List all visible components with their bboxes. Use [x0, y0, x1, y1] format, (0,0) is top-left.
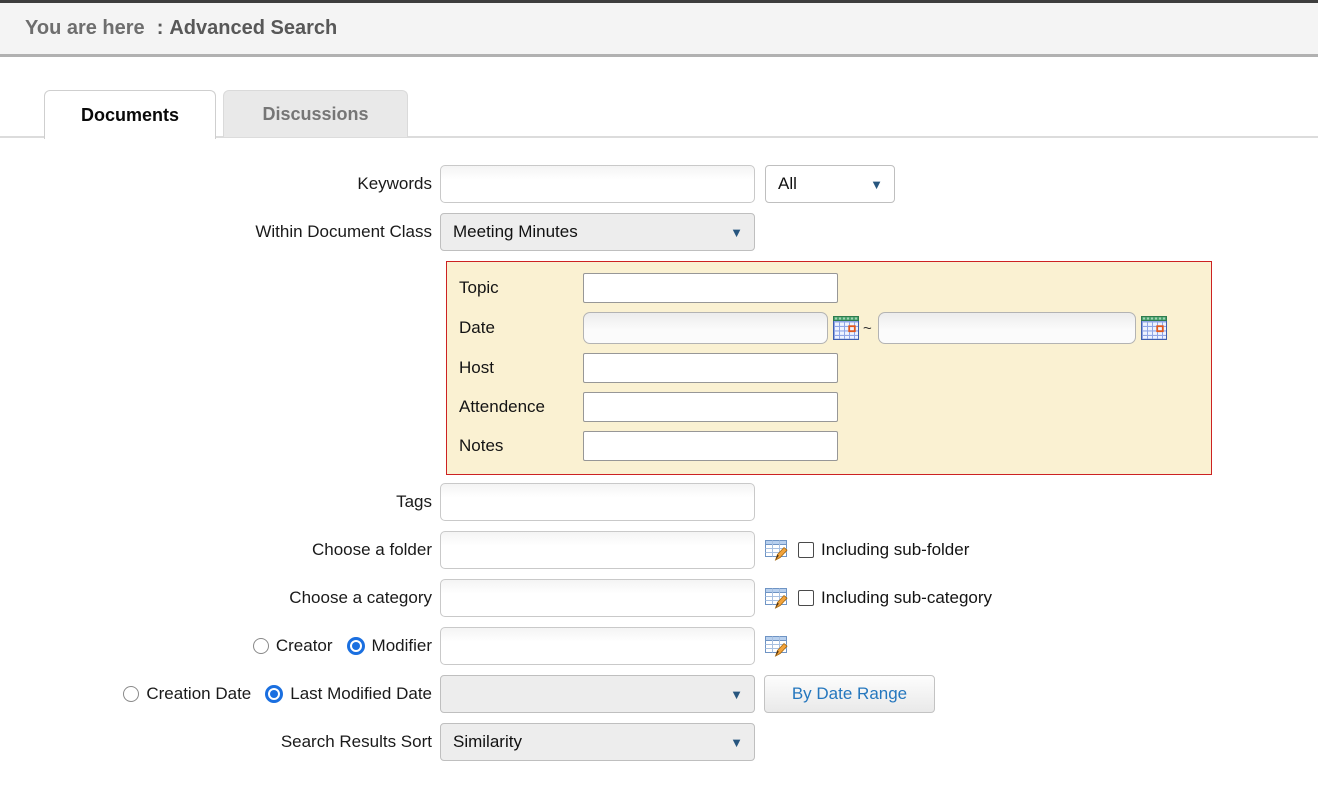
category-label: Choose a category: [0, 588, 440, 608]
attendence-label: Attendence: [459, 397, 583, 417]
include-subcategory-label: Including sub-category: [821, 588, 992, 608]
sort-row: Search Results Sort Similarity ▼: [0, 723, 1318, 761]
creator-radio[interactable]: [253, 638, 269, 654]
category-row: Choose a category Including sub-category: [0, 579, 1318, 617]
user-filter-row: Creator Modifier: [0, 627, 1318, 665]
last-modified-date-radio-label[interactable]: Last Modified Date: [290, 684, 432, 704]
folder-input[interactable]: [440, 531, 755, 569]
breadcrumb-prefix: You are here: [25, 17, 145, 40]
notes-label: Notes: [459, 436, 583, 456]
folder-row: Choose a folder Including sub-folder: [0, 531, 1318, 569]
topic-row: Topic: [459, 273, 1199, 303]
attendence-row: Attendence: [459, 392, 1199, 422]
date-filter-select[interactable]: ▼: [440, 675, 755, 713]
last-modified-date-radio[interactable]: [265, 685, 283, 703]
notes-row: Notes: [459, 431, 1199, 461]
creation-date-radio[interactable]: [123, 686, 139, 702]
include-subfolder-checkbox[interactable]: [798, 542, 814, 558]
date-range-separator: ~: [863, 320, 872, 337]
host-label: Host: [459, 358, 583, 378]
date-filter-radios: Creation Date Last Modified Date: [0, 684, 440, 704]
host-input[interactable]: [583, 353, 838, 383]
keywords-scope-select[interactable]: All ▼: [765, 165, 895, 203]
document-class-fields-panel: Topic Date ~: [446, 261, 1212, 475]
include-subcategory-checkbox[interactable]: [798, 590, 814, 606]
tab-bar: Documents Discussions: [44, 90, 408, 139]
by-date-range-button[interactable]: By Date Range: [764, 675, 935, 713]
chevron-down-icon: ▼: [870, 178, 883, 191]
sort-label: Search Results Sort: [0, 732, 440, 752]
chevron-down-icon: ▼: [730, 688, 743, 701]
user-picker-table-edit-icon[interactable]: [765, 636, 789, 657]
chevron-down-icon: ▼: [730, 226, 743, 239]
document-class-select[interactable]: Meeting Minutes ▼: [440, 213, 755, 251]
date-to-input[interactable]: [878, 312, 1136, 344]
document-class-row: Within Document Class Meeting Minutes ▼: [0, 213, 1318, 251]
chevron-down-icon: ▼: [730, 736, 743, 749]
date-row: Date ~: [459, 312, 1199, 344]
modifier-radio[interactable]: [347, 637, 365, 655]
folder-picker-table-edit-icon[interactable]: [765, 540, 789, 561]
user-input[interactable]: [440, 627, 755, 665]
keywords-label: Keywords: [0, 174, 440, 194]
category-picker-table-edit-icon[interactable]: [765, 588, 789, 609]
calendar-icon[interactable]: [1141, 316, 1167, 340]
tags-input[interactable]: [440, 483, 755, 521]
sort-select[interactable]: Similarity ▼: [440, 723, 755, 761]
creator-radio-label[interactable]: Creator: [276, 636, 333, 656]
breadcrumb: You are here : Advanced Search: [0, 0, 1318, 57]
document-class-value: Meeting Minutes: [453, 222, 578, 242]
breadcrumb-separator: :: [157, 17, 164, 40]
tags-row: Tags: [0, 483, 1318, 521]
tab-discussions[interactable]: Discussions: [223, 90, 408, 137]
date-from-input[interactable]: [583, 312, 828, 344]
date-label: Date: [459, 318, 583, 338]
attendence-input[interactable]: [583, 392, 838, 422]
keywords-input[interactable]: [440, 165, 755, 203]
sort-select-value: Similarity: [453, 732, 522, 752]
keywords-scope-value: All: [778, 174, 797, 194]
page-title: Advanced Search: [169, 17, 337, 40]
tab-documents[interactable]: Documents: [44, 90, 216, 139]
tags-label: Tags: [0, 492, 440, 512]
calendar-icon[interactable]: [833, 316, 859, 340]
host-row: Host: [459, 353, 1199, 383]
topic-input[interactable]: [583, 273, 838, 303]
keywords-row: Keywords All ▼: [0, 165, 1318, 203]
include-subfolder-label: Including sub-folder: [821, 540, 969, 560]
creation-date-radio-label[interactable]: Creation Date: [146, 684, 251, 704]
advanced-search-form: Keywords All ▼ Within Document Class Mee…: [0, 165, 1318, 771]
modifier-radio-label[interactable]: Modifier: [372, 636, 432, 656]
folder-label: Choose a folder: [0, 540, 440, 560]
date-filter-row: Creation Date Last Modified Date ▼ By Da…: [0, 675, 1318, 713]
topic-label: Topic: [459, 278, 583, 298]
category-input[interactable]: [440, 579, 755, 617]
document-class-label: Within Document Class: [0, 222, 440, 242]
notes-input[interactable]: [583, 431, 838, 461]
user-filter-radios: Creator Modifier: [0, 636, 440, 656]
